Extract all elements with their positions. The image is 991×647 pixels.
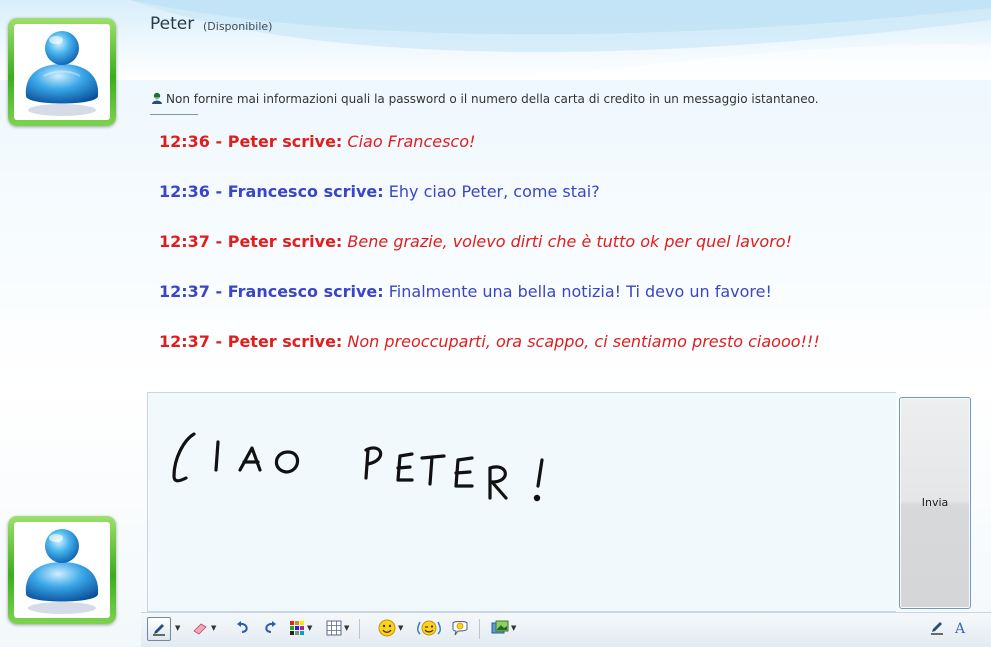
user-avatar[interactable]: [8, 516, 116, 624]
eraser-button[interactable]: ▼: [191, 617, 216, 639]
contact-status: (Disponibile): [203, 20, 273, 33]
chat-message: 12:36 - Peter scrive: Ciao Francesco!: [159, 132, 476, 151]
contact-avatar[interactable]: [8, 18, 116, 126]
toolbar-separator: [359, 619, 360, 639]
emoticon-button[interactable]: ▼: [378, 617, 403, 639]
color-palette-icon: [290, 621, 304, 635]
chat-message: 12:37 - Peter scrive: Non preoccuparti, …: [159, 332, 820, 351]
chat-message: 12:37 - Francesco scrive: Finalmente una…: [159, 282, 772, 301]
wink-icon: [417, 620, 441, 636]
message-text: Finalmente una bella notizia! Ti devo un…: [388, 282, 772, 301]
message-text: Non preoccuparti, ora scappo, ci sentiam…: [347, 332, 820, 351]
pen-button[interactable]: [147, 617, 171, 641]
chat-message: 12:37 - Peter scrive: Bene grazie, volev…: [159, 232, 792, 251]
background-button[interactable]: ▼: [491, 617, 516, 639]
header-bar: [0, 0, 991, 80]
message-time: 12:36: [159, 182, 210, 201]
conversation-history: 12:36 - Peter scrive: Ciao Francesco! 12…: [159, 131, 820, 381]
compose-toolbar: ▼ ▼ ▼ ▼ ▼ ▼ A: [141, 612, 991, 647]
handwriting-ink: [172, 432, 544, 502]
warning-divider: [150, 114, 198, 115]
redo-icon: [265, 621, 276, 633]
security-person-icon: [151, 92, 163, 108]
send-button-label: Invia: [921, 496, 949, 509]
background-icon: [491, 620, 509, 634]
grid-icon: [326, 620, 342, 636]
chat-message: 12:36 - Francesco scrive: Ehy ciao Peter…: [159, 182, 600, 201]
color-button[interactable]: ▼: [289, 617, 312, 639]
message-sender: Peter scrive:: [227, 332, 343, 351]
nudge-icon: [452, 621, 468, 636]
message-time: 12:36: [159, 132, 210, 151]
warning-text: Non fornire mai informazioni quali la pa…: [166, 92, 819, 106]
message-time: 12:37: [159, 332, 210, 351]
message-text: Ciao Francesco!: [347, 132, 476, 151]
pen-dropdown[interactable]: ▼: [173, 617, 180, 639]
msn-buddy-icon: [25, 31, 99, 116]
message-sender: Peter scrive:: [227, 232, 343, 251]
nudge-button[interactable]: [451, 617, 469, 639]
msn-buddy-icon: [25, 529, 99, 614]
contact-name[interactable]: Peter: [150, 14, 194, 34]
message-time: 12:37: [159, 232, 210, 251]
toolbar-separator: [479, 619, 480, 639]
header-decoration: [130, 0, 991, 80]
redo-button[interactable]: [262, 617, 278, 639]
text-mode-button[interactable]: A: [953, 617, 969, 639]
send-button[interactable]: Invia: [899, 397, 971, 609]
emoticon-icon: [378, 619, 396, 637]
security-warning: Non fornire mai informazioni quali la pa…: [151, 92, 819, 108]
eraser-icon: [193, 623, 207, 635]
handwriting-mode-button[interactable]: [929, 617, 945, 639]
grid-button[interactable]: ▼: [326, 617, 349, 639]
wink-button[interactable]: [417, 617, 441, 639]
handwriting-mode-icon: [931, 622, 943, 635]
svg-text:A: A: [954, 621, 966, 636]
undo-icon: [237, 621, 248, 633]
message-text: Ehy ciao Peter, come stai?: [388, 182, 600, 201]
message-sender: Francesco scrive:: [227, 182, 384, 201]
message-text: Bene grazie, volevo dirti che è tutto ok…: [347, 232, 792, 251]
message-sender: Francesco scrive:: [227, 282, 384, 301]
text-mode-icon: A: [954, 621, 966, 636]
message-sender: Peter scrive:: [227, 132, 343, 151]
message-time: 12:37: [159, 282, 210, 301]
pen-icon: [153, 624, 165, 636]
undo-button[interactable]: [235, 617, 251, 639]
